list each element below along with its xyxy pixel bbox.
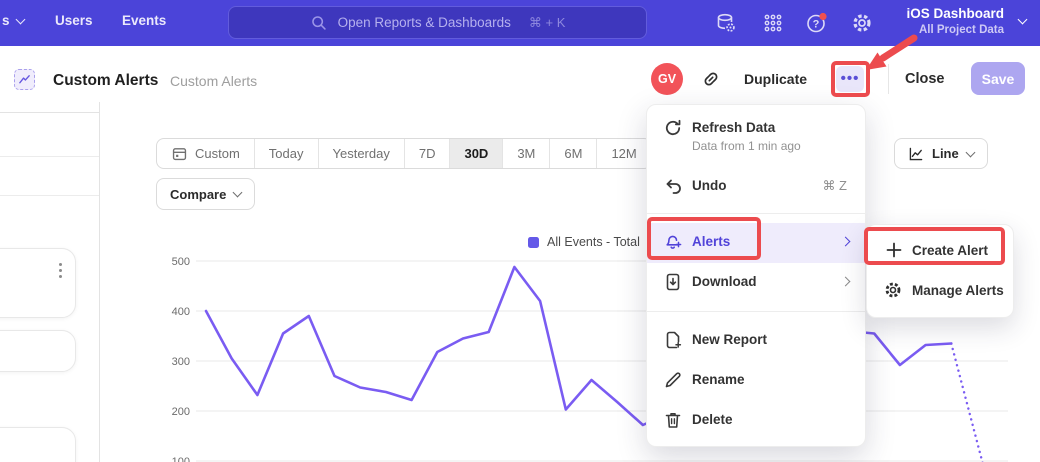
undo-icon [663, 176, 683, 196]
submenu-label-manage-alerts: Manage Alerts [912, 283, 1004, 298]
rename-pencil-icon [663, 370, 683, 390]
sidebar-divider [0, 112, 99, 113]
app-window: 500 400 300 200 100 All Events - Total s Use… [0, 0, 1040, 462]
date-range-segmented-control: Custom Today Yesterday 7D 30D 3M 6M 12M [156, 138, 652, 169]
nav-item-events[interactable]: Events [122, 13, 166, 28]
download-icon [663, 272, 683, 292]
submenu-label-create-alert: Create Alert [912, 243, 988, 258]
chart-legend: All Events - Total [528, 235, 640, 249]
menu-label-new-report: New Report [692, 332, 767, 347]
new-report-icon [663, 330, 683, 350]
legend-label: All Events - Total [547, 235, 640, 249]
range-label: Custom [195, 146, 240, 161]
menu-label-delete: Delete [692, 412, 733, 427]
save-button[interactable]: Save [971, 62, 1025, 95]
report-options-menu: Refresh Data Data from 1 min ago Undo ⌘ … [646, 104, 866, 447]
compare-button[interactable]: Compare [156, 178, 255, 210]
sidebar-divider [0, 156, 99, 157]
legend-marker [528, 237, 539, 248]
menu-subtitle-refresh: Data from 1 min ago [692, 139, 801, 153]
gear-icon [883, 280, 903, 300]
range-12m[interactable]: 12M [596, 139, 650, 168]
menu-label-undo: Undo [692, 178, 727, 193]
more-options-button[interactable]: ••• [836, 66, 864, 92]
sidebar-card[interactable] [0, 248, 76, 318]
duplicate-button[interactable]: Duplicate [744, 71, 807, 87]
nav-item-truncated[interactable]: s [2, 13, 24, 28]
svg-text:200: 200 [172, 406, 190, 418]
range-yesterday[interactable]: Yesterday [318, 139, 404, 168]
range-3m[interactable]: 3M [502, 139, 549, 168]
alerts-bell-icon [663, 232, 683, 252]
line-chart-icon [908, 146, 924, 162]
settings-gear-icon[interactable] [850, 11, 874, 35]
svg-text:?: ? [813, 19, 820, 31]
range-7d[interactable]: 7D [404, 139, 450, 168]
page-title: Custom Alerts [53, 72, 158, 90]
project-selector[interactable]: iOS Dashboard All Project Data [906, 6, 1004, 36]
svg-text:300: 300 [172, 356, 190, 368]
search-placeholder: Open Reports & Dashboards [338, 15, 511, 30]
report-type-icon [14, 69, 35, 90]
help-icon[interactable]: ? [805, 11, 829, 35]
range-custom[interactable]: Custom [157, 139, 254, 168]
header-divider [888, 64, 889, 94]
sidebar-card[interactable] [0, 427, 76, 462]
plus-icon [884, 240, 904, 260]
search-input[interactable]: Open Reports & Dashboards ⌘ + K [228, 6, 647, 39]
compare-label: Compare [170, 187, 226, 202]
data-management-icon[interactable] [714, 11, 738, 35]
refresh-icon [663, 118, 683, 138]
delete-trash-icon [663, 410, 683, 430]
top-nav-bar: s Users Events Open Reports & Dashboards… [0, 0, 1040, 46]
close-button[interactable]: Close [905, 71, 945, 87]
menu-divider [647, 311, 865, 312]
chart-type-label: Line [932, 146, 959, 161]
calendar-icon [171, 145, 188, 162]
menu-label-download: Download [692, 274, 757, 289]
chevron-down-icon [15, 14, 25, 24]
chart-type-button[interactable]: Line [894, 138, 988, 169]
notification-dot [819, 13, 826, 20]
menu-shortcut-undo: ⌘ Z [822, 178, 847, 194]
svg-text:400: 400 [172, 306, 190, 318]
apps-grid-icon[interactable] [761, 11, 785, 35]
range-6m[interactable]: 6M [549, 139, 596, 168]
svg-text:500: 500 [172, 256, 190, 268]
sidebar-divider [0, 195, 99, 196]
range-30d-selected[interactable]: 30D [449, 139, 502, 168]
alerts-submenu: Create Alert Manage Alerts [866, 224, 1014, 318]
nav-truncated-label: s [2, 13, 10, 28]
search-icon [310, 14, 328, 32]
project-scope: All Project Data [906, 24, 1004, 36]
breadcrumb: Custom Alerts [170, 73, 257, 89]
nav-item-users[interactable]: Users [55, 13, 93, 28]
project-chevron-icon[interactable] [1018, 15, 1028, 25]
menu-label-rename: Rename [692, 372, 745, 387]
project-name: iOS Dashboard [906, 6, 1004, 21]
menu-divider [647, 213, 865, 214]
sidebar-right-border [99, 101, 100, 462]
chevron-down-icon [233, 188, 243, 198]
avatar[interactable]: GV [651, 63, 683, 95]
menu-label-alerts: Alerts [692, 234, 730, 249]
share-link-icon[interactable] [701, 69, 721, 89]
sidebar-card[interactable] [0, 330, 76, 372]
search-shortcut: ⌘ + K [529, 15, 566, 31]
kebab-menu-icon[interactable] [59, 263, 62, 278]
chevron-down-icon [965, 147, 975, 157]
menu-label-refresh: Refresh Data [692, 120, 775, 135]
range-today[interactable]: Today [254, 139, 318, 168]
svg-text:100: 100 [172, 456, 190, 462]
